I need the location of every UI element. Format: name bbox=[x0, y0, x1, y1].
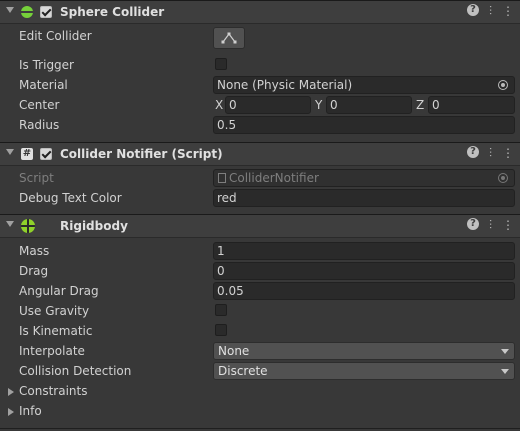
drag-label: Drag bbox=[19, 264, 49, 278]
more-menu-icon[interactable]: ⋮ bbox=[502, 218, 514, 233]
collision-detection-value: Discrete bbox=[218, 364, 268, 378]
center-y-field[interactable]: 0 bbox=[326, 96, 412, 114]
constraints-foldout[interactable]: Constraints bbox=[19, 384, 87, 398]
presets-icon[interactable]: ⫶ bbox=[489, 218, 492, 233]
material-label: Material bbox=[19, 78, 68, 92]
angular-drag-field[interactable]: 0.05 bbox=[213, 282, 515, 300]
component-title: Rigidbody bbox=[60, 219, 128, 233]
component-title: Sphere Collider bbox=[60, 5, 165, 19]
edit-collider-icon bbox=[221, 32, 237, 44]
is-kinematic-checkbox[interactable] bbox=[215, 324, 227, 336]
collider-notifier-header[interactable]: # Collider Notifier (Script) ? ⫶ ⋮ bbox=[0, 142, 520, 166]
info-foldout-icon[interactable] bbox=[8, 408, 14, 416]
component-enabled-checkbox[interactable] bbox=[40, 6, 52, 18]
interpolate-dropdown[interactable]: None bbox=[213, 342, 515, 360]
foldout-arrow-icon[interactable] bbox=[6, 7, 14, 13]
collision-detection-label: Collision Detection bbox=[19, 364, 132, 378]
help-icon[interactable]: ? bbox=[466, 4, 479, 16]
foldout-arrow-icon[interactable] bbox=[6, 221, 14, 227]
sphere-collider-icon bbox=[21, 6, 33, 18]
object-picker-icon[interactable] bbox=[498, 80, 508, 90]
debug-text-color-label: Debug Text Color bbox=[19, 191, 122, 205]
rigidbody-icon bbox=[21, 219, 35, 233]
script-value: ColliderNotifier bbox=[229, 171, 319, 185]
center-x-field[interactable]: 0 bbox=[225, 96, 311, 114]
more-menu-icon[interactable]: ⋮ bbox=[502, 146, 514, 161]
constraints-foldout-icon[interactable] bbox=[8, 388, 14, 396]
material-field[interactable]: None (Physic Material) bbox=[213, 76, 515, 94]
rigidbody-header[interactable]: Rigidbody ? ⫶ ⋮ bbox=[0, 214, 520, 238]
script-field: ColliderNotifier bbox=[213, 169, 515, 187]
chevron-down-icon bbox=[501, 349, 509, 354]
collision-detection-dropdown[interactable]: Discrete bbox=[213, 362, 515, 380]
help-icon[interactable]: ? bbox=[466, 218, 479, 230]
radius-label: Radius bbox=[19, 118, 60, 132]
component-enabled-checkbox[interactable] bbox=[40, 148, 52, 160]
is-trigger-checkbox[interactable] bbox=[215, 58, 227, 70]
center-z-field[interactable]: 0 bbox=[428, 96, 515, 114]
center-label: Center bbox=[19, 98, 60, 112]
debug-text-color-field[interactable]: red bbox=[213, 189, 515, 207]
help-icon[interactable]: ? bbox=[466, 146, 479, 158]
center-x-label: X bbox=[215, 98, 224, 112]
component-title: Collider Notifier (Script) bbox=[60, 147, 223, 161]
sphere-collider-header[interactable]: Sphere Collider ? ⫶ ⋮ bbox=[0, 0, 520, 24]
use-gravity-checkbox[interactable] bbox=[215, 304, 227, 316]
angular-drag-label: Angular Drag bbox=[19, 284, 99, 298]
is-kinematic-label: Is Kinematic bbox=[19, 324, 93, 338]
edit-collider-label: Edit Collider bbox=[19, 29, 92, 43]
radius-field[interactable]: 0.5 bbox=[213, 116, 515, 134]
center-z-label: Z bbox=[416, 98, 425, 112]
is-trigger-label: Is Trigger bbox=[19, 58, 74, 72]
presets-icon[interactable]: ⫶ bbox=[489, 146, 492, 161]
drag-field[interactable]: 0 bbox=[213, 262, 515, 280]
bottom-divider bbox=[0, 428, 520, 429]
mass-field[interactable]: 1 bbox=[213, 242, 515, 260]
script-label: Script bbox=[19, 171, 54, 185]
interpolate-label: Interpolate bbox=[19, 344, 85, 358]
chevron-down-icon bbox=[501, 369, 509, 374]
more-menu-icon[interactable]: ⋮ bbox=[502, 4, 514, 19]
center-y-label: Y bbox=[315, 98, 323, 112]
script-icon: # bbox=[21, 148, 33, 160]
presets-icon[interactable]: ⫶ bbox=[489, 4, 492, 19]
info-foldout[interactable]: Info bbox=[19, 404, 42, 418]
script-file-icon bbox=[218, 173, 226, 183]
use-gravity-label: Use Gravity bbox=[19, 304, 90, 318]
foldout-arrow-icon[interactable] bbox=[6, 149, 14, 155]
object-picker-icon bbox=[498, 173, 508, 183]
mass-label: Mass bbox=[19, 244, 50, 258]
interpolate-value: None bbox=[218, 344, 250, 358]
edit-collider-button[interactable] bbox=[213, 27, 245, 49]
material-value: None (Physic Material) bbox=[217, 78, 353, 92]
